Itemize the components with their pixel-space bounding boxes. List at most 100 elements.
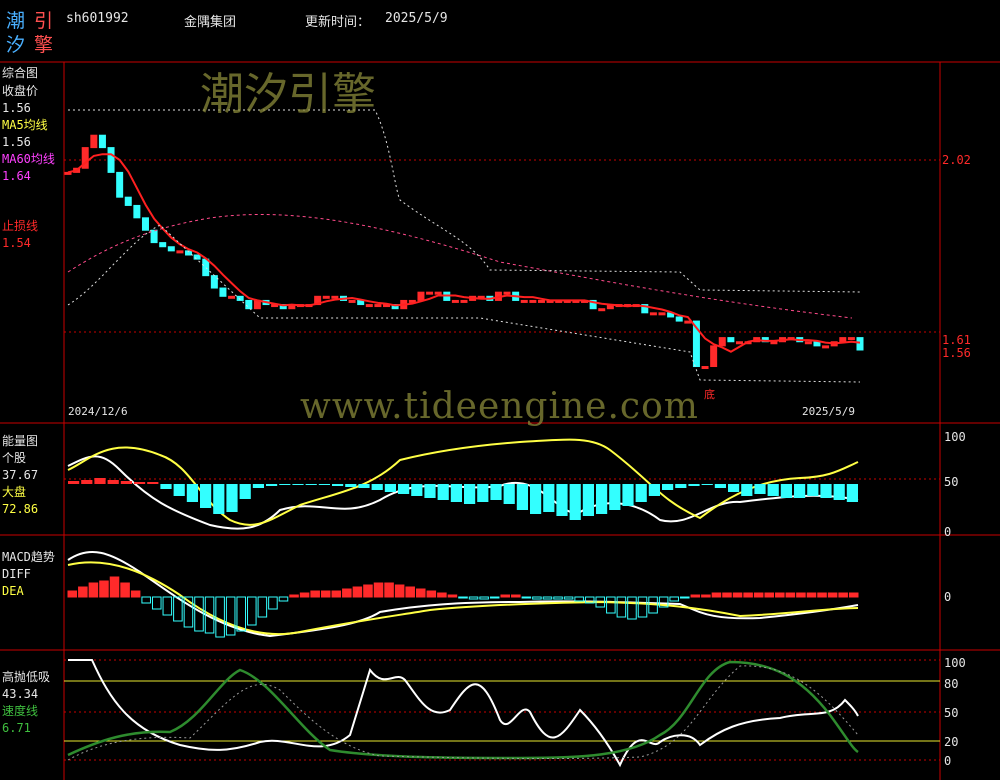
- macd-bar: [130, 590, 141, 598]
- macd-bar: [669, 596, 679, 602]
- speed-value: 6.71: [2, 721, 31, 735]
- price-candle: [245, 299, 253, 310]
- price-candle: [451, 299, 459, 303]
- macd-bar: [489, 596, 500, 599]
- energy-bar: [820, 484, 832, 498]
- price-candle: [770, 341, 778, 345]
- macd-bar: [278, 596, 289, 602]
- energy-bar: [464, 484, 476, 504]
- macd-bar: [532, 596, 542, 600]
- watermark-url: www.tideengine.com: [300, 386, 699, 427]
- energy-bar: [120, 481, 132, 484]
- macd-bar: [99, 580, 109, 598]
- macd-bar: [194, 596, 204, 632]
- price-candle: [856, 337, 864, 351]
- price-candle: [839, 337, 847, 343]
- energy-bar: [569, 484, 581, 520]
- macd-bar: [394, 584, 405, 598]
- macd-bar: [701, 594, 711, 598]
- price-candle: [417, 291, 425, 301]
- price-candle: [658, 312, 666, 316]
- energy-bar: [728, 484, 740, 492]
- macd-bar: [151, 596, 162, 610]
- macd-bar: [257, 596, 268, 618]
- macd-bar: [268, 596, 278, 610]
- energy-bar: [516, 484, 528, 510]
- price-candle: [529, 299, 537, 303]
- macd-bar: [331, 590, 342, 598]
- energy-bar: [226, 484, 238, 512]
- price-candle: [124, 196, 132, 206]
- price-candle: [331, 295, 339, 299]
- kdj-axis-label: 50: [944, 706, 959, 720]
- macd-bar: [542, 596, 553, 600]
- macd-bar: [78, 586, 88, 598]
- price-candle: [116, 171, 124, 198]
- energy-bar: [477, 484, 489, 502]
- macd-bar: [817, 592, 827, 598]
- macd-bar: [637, 596, 648, 618]
- price-candle: [228, 295, 236, 299]
- close-label: 收盘价: [2, 84, 39, 98]
- price-candle: [822, 345, 830, 349]
- ma5-value: 1.56: [2, 135, 31, 149]
- market-label: 大盘: [2, 485, 27, 499]
- macd-bar: [806, 592, 817, 598]
- kdj-value: 43.34: [2, 687, 39, 701]
- macd-bar: [373, 582, 384, 598]
- macd-bar: [753, 592, 764, 598]
- stop-value: 1.54: [2, 236, 31, 250]
- price-candle: [141, 217, 149, 231]
- macd-bar: [289, 594, 299, 598]
- energy-bar: [332, 484, 344, 486]
- macd-bar: [88, 582, 99, 598]
- price-candle: [150, 229, 158, 244]
- macd-bar: [553, 596, 563, 600]
- price-candle: [176, 250, 184, 254]
- macd-bar: [141, 596, 151, 604]
- price-candle: [98, 134, 106, 149]
- price-candle: [434, 291, 442, 295]
- macd-panel-title: MACD趋势: [2, 550, 55, 564]
- speed-label: 速度线: [2, 704, 39, 718]
- energy-bar: [543, 484, 555, 512]
- energy-bar: [833, 484, 845, 500]
- energy-bar: [437, 484, 449, 500]
- energy-bar: [424, 484, 436, 498]
- price-candle: [649, 312, 657, 316]
- energy-bar: [609, 484, 621, 510]
- close-value: 1.56: [2, 101, 31, 115]
- price-candle: [675, 316, 683, 322]
- ma60-label: MA60均线: [2, 152, 55, 166]
- price-candle: [365, 304, 373, 308]
- price-candle: [202, 258, 210, 277]
- macd-bar: [447, 594, 458, 598]
- price-candle: [167, 246, 175, 252]
- energy-bar: [846, 484, 858, 502]
- macd-bar: [405, 586, 415, 598]
- price-candle: [460, 299, 468, 303]
- energy-bar: [292, 484, 304, 485]
- macd-bar: [827, 592, 838, 598]
- macd-bar: [711, 592, 722, 598]
- macd-bar: [458, 596, 468, 599]
- macd-bar: [225, 596, 236, 636]
- energy-axis-label: 50: [944, 475, 959, 489]
- energy-bar: [68, 481, 80, 484]
- price-candle: [374, 304, 382, 308]
- upper-band: [68, 109, 861, 293]
- price-candle: [426, 291, 434, 295]
- energy-bar: [173, 484, 185, 496]
- kdj-panel-title: 高抛低吸: [2, 670, 51, 684]
- price-candle: [735, 341, 743, 345]
- energy-bar: [213, 484, 225, 514]
- energy-bar: [81, 480, 93, 484]
- macd-bar: [437, 592, 447, 598]
- macd-bar: [563, 596, 574, 600]
- energy-axis-label: 100: [944, 430, 966, 444]
- energy-bar: [503, 484, 515, 504]
- price-candle: [193, 254, 201, 260]
- energy-bar: [556, 484, 568, 516]
- macd-bar: [627, 596, 637, 620]
- macd-bar: [479, 596, 489, 600]
